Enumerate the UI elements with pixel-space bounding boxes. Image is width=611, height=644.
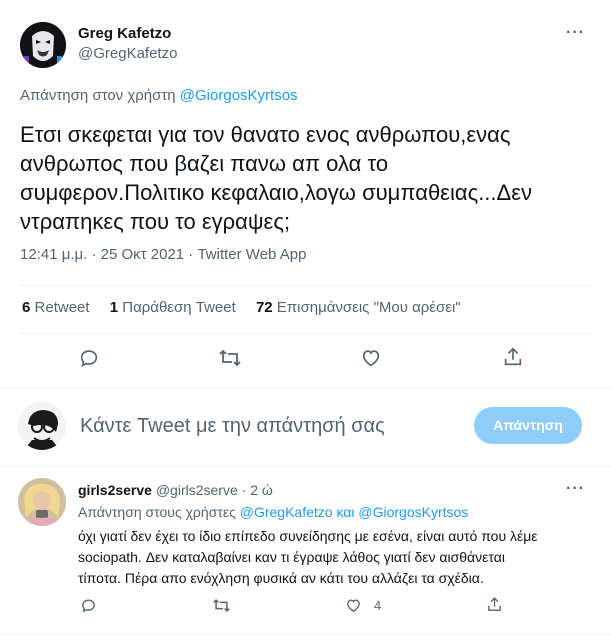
tweet-text-line: ανθρωπος που βαζει πανω απ ολα το	[20, 151, 389, 176]
user-avatar[interactable]	[18, 402, 66, 450]
reply-prefix: Απάντηση στους χρήστες	[78, 504, 236, 520]
reply-context: Απάντηση στον χρήστη @GiorgosKyrtsos	[20, 87, 298, 104]
like-icon[interactable]	[360, 347, 382, 369]
reply-author-handle[interactable]: @girls2serve	[156, 482, 238, 498]
reply-composer-input[interactable]: Κάντε Tweet με την απάντησή σας	[80, 415, 385, 438]
tweet-stats: 6 Retweet 1 Παράθεση Tweet 72 Επισημάνσε…	[22, 299, 461, 316]
reply-header: girls2serve @girls2serve · 2 ώ	[78, 482, 273, 498]
reply-time[interactable]: 2 ώ	[250, 482, 273, 498]
more-icon[interactable]: ···	[566, 24, 585, 42]
reply-icon[interactable]	[78, 347, 100, 369]
reply-prefix: Απάντηση στον χρήστη	[20, 87, 176, 104]
reply-author-avatar[interactable]	[18, 478, 66, 526]
reply-context: Απάντηση στους χρήστες @GregKafetzo και …	[78, 504, 468, 520]
retweet-stat[interactable]: 6 Retweet	[22, 299, 94, 316]
quote-count: 1	[109, 299, 119, 316]
author-handle[interactable]: @GregKafetzo	[78, 45, 177, 62]
retweet-count: 6	[22, 299, 31, 316]
reply-reply-icon[interactable]	[80, 597, 97, 614]
reply-author-name[interactable]: girls2serve	[78, 482, 152, 498]
retweet-icon[interactable]	[218, 347, 242, 369]
author-name[interactable]: Greg Kafetzo	[78, 25, 171, 42]
tweet-text-line: ντραπηκες που το εγραψες;	[20, 209, 291, 234]
reply-to-link[interactable]: @GiorgosKyrtsos	[358, 504, 468, 520]
tweet-text: Ετσι σκεφεται για τον θανατο ενος ανθρωπ…	[20, 120, 532, 236]
reply-to-link[interactable]: @GregKafetzo	[240, 504, 333, 520]
quote-stat[interactable]: 1 Παράθεση Tweet	[110, 299, 240, 316]
reply-text: όχι γιατί δεν έχει το ίδιο επίπεδο συνεί…	[78, 526, 538, 589]
reply-and: και	[336, 504, 355, 520]
tweet-timestamp[interactable]: 12:41 μ.μ. · 25 Οκτ 2021 · Twitter Web A…	[20, 246, 306, 263]
reply-more-icon[interactable]: ···	[566, 480, 585, 498]
reply-to-link[interactable]: @GiorgosKyrtsos	[180, 87, 298, 104]
reply-submit-button[interactable]: Απάντηση	[474, 407, 582, 444]
reply-text-line: όχι γιατί δεν έχει το ίδιο επίπεδο συνεί…	[78, 528, 538, 544]
reply-text-line: sociopath. Δεν καταλαβαίνει καν τι έγραψ…	[78, 549, 505, 565]
likes-count: 72	[255, 299, 273, 316]
retweet-label: Retweet	[34, 299, 90, 316]
quote-label: Παράθεση Tweet	[122, 299, 236, 316]
author-avatar[interactable]	[20, 22, 66, 68]
share-icon[interactable]	[502, 346, 524, 368]
reply-likes-count: 4	[374, 598, 382, 613]
likes-stat[interactable]: 72 Επισημάνσεις "Μου αρέσει"	[256, 299, 461, 316]
tweet-text-line: συμφερον.Πολιτικο κεφαλαιο,λογω συμπαθει…	[20, 180, 533, 205]
tweet-text-line: Ετσι σκεφεται για τον θανατο ενος ανθρωπ…	[20, 122, 511, 147]
reply-retweet-icon[interactable]	[212, 597, 231, 614]
likes-label: Επισημάνσεις "Μου αρέσει"	[276, 299, 461, 316]
reply-text-line: τίποτα. Πέρα απο ενόχληση φυσικά αν κάτι…	[78, 570, 484, 586]
reply-separator: ·	[241, 482, 247, 498]
reply-like-icon[interactable]	[345, 597, 362, 614]
reply-share-icon[interactable]	[486, 596, 503, 613]
